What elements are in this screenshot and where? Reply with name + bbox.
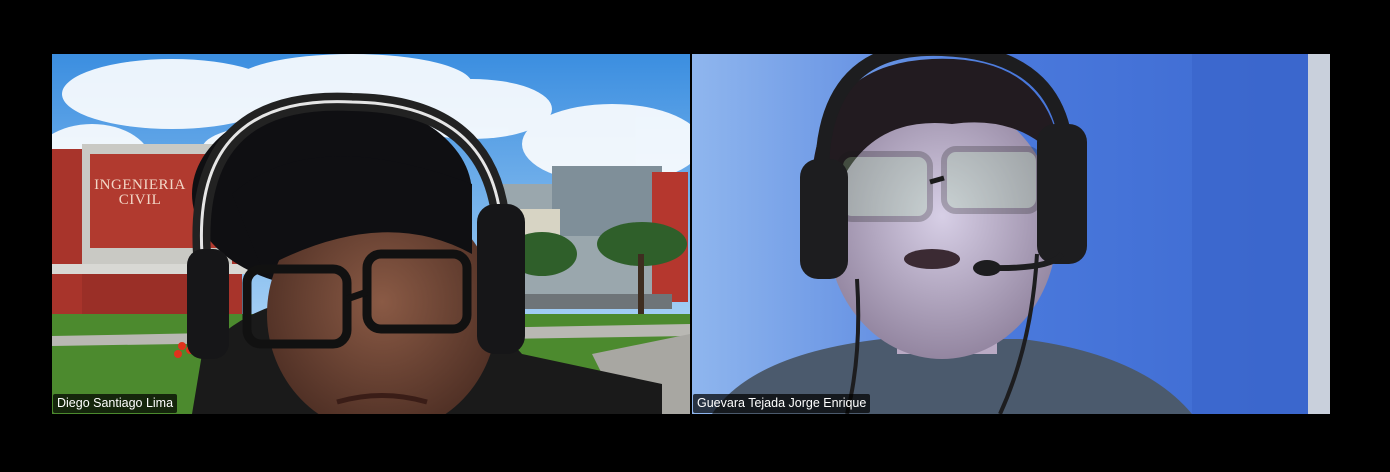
video-feed-guevara: [692, 54, 1330, 414]
participant-tile-guevara[interactable]: Guevara Tejada Jorge Enrique: [692, 54, 1330, 414]
building-sign-line-1: INGENIERIA: [94, 177, 186, 193]
wall-column: [1192, 54, 1312, 414]
video-call-gallery: INGENIERIA CIVIL Diego Santiago Lima Gue…: [0, 0, 1390, 472]
door-frame: [1308, 54, 1330, 414]
mouth: [904, 249, 960, 269]
video-feed-diego: INGENIERIA CIVIL: [52, 54, 690, 414]
participant-name-label: Diego Santiago Lima: [53, 394, 178, 413]
participant-tile-diego[interactable]: INGENIERIA CIVIL Diego Santiago Lima: [52, 54, 690, 414]
building-sign-line-2: CIVIL: [119, 192, 162, 208]
participant-name-label: Guevara Tejada Jorge Enrique: [693, 394, 871, 413]
